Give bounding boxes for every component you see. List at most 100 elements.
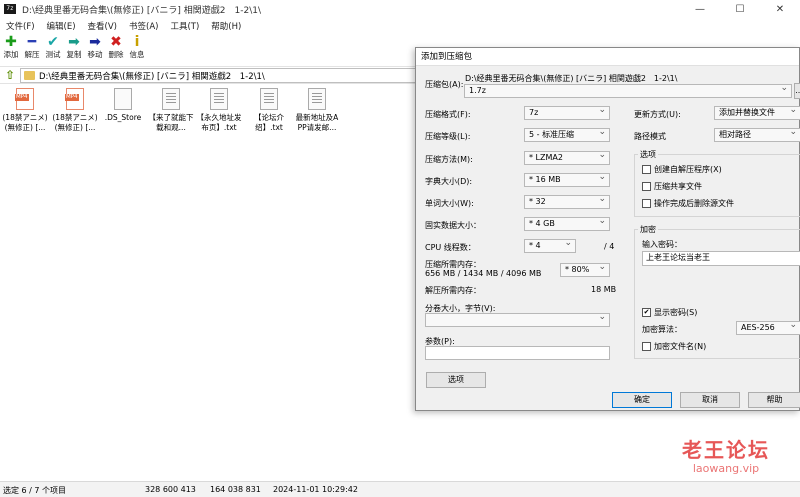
compress-shared-checkbox[interactable]: 压缩共享文件: [642, 181, 702, 192]
file-name: 【来了就能下载和观...: [148, 113, 194, 132]
encrypt-filenames-label: 加密文件名(N): [654, 342, 707, 351]
add-button-label: 添加: [3, 50, 19, 59]
delete-button-label: 删除: [108, 50, 124, 59]
minimize-button[interactable]: —: [680, 0, 720, 18]
archive-name-input[interactable]: 1.7z: [464, 84, 792, 98]
status-modified: 2024-11-01 10:29:42: [273, 485, 358, 494]
file-item[interactable]: 最新地址及APP请发邮...: [294, 88, 340, 133]
extract-button-label: 解压: [24, 50, 40, 59]
test-button-label: 测试: [45, 50, 61, 59]
encryption-method-label: 加密算法：: [642, 325, 682, 334]
dialog-title: 添加到压缩包: [416, 48, 799, 66]
close-button[interactable]: ✕: [760, 0, 800, 18]
path-mode-select[interactable]: 相对路径: [714, 128, 800, 142]
text-file-icon: [308, 88, 326, 110]
menu-edit[interactable]: 编辑(E): [41, 20, 82, 32]
method-select[interactable]: * LZMA2: [524, 151, 610, 165]
file-item[interactable]: MP4 (18禁アニメ) (無修正) [...: [2, 88, 48, 133]
path-mode-label: 路径模式: [634, 132, 666, 141]
archive-directory: D:\经典里番无码合集\(無修正) [バニラ] 相関遊戯2 1-2\1\: [465, 74, 678, 83]
mp4-badge: MP4: [15, 94, 29, 101]
up-folder-icon[interactable]: ⇧: [3, 68, 17, 82]
create-sfx-checkbox[interactable]: 创建自解压程序(X): [642, 164, 722, 175]
memory-percent-select[interactable]: * 80%: [560, 263, 610, 277]
extract-icon: ━: [27, 34, 37, 50]
update-mode-select[interactable]: 添加并替换文件: [714, 106, 800, 120]
file-name: (18禁アニメ) (無修正) [...: [52, 113, 98, 132]
add-to-archive-dialog: 添加到压缩包 压缩包(A): D:\经典里番无码合集\(無修正) [バニラ] 相…: [415, 47, 800, 411]
copy-icon: ➡: [68, 34, 80, 50]
encryption-method-select[interactable]: AES-256: [736, 321, 800, 335]
options-button[interactable]: 选项: [426, 372, 486, 388]
menu-view[interactable]: 查看(V): [82, 20, 123, 32]
status-bar: 选定 6 / 7 个项目 328 600 413 164 038 831 202…: [0, 481, 800, 497]
file-item[interactable]: MP4 (18禁アニメ) (無修正) [...: [52, 88, 98, 133]
browse-button[interactable]: ...: [794, 83, 800, 99]
split-volume-select[interactable]: [425, 313, 610, 327]
format-label: 压缩格式(F):: [425, 110, 471, 119]
help-button[interactable]: 帮助: [748, 392, 800, 408]
address-path: D:\经典里番无码合集\(無修正) [バニラ] 相関遊戯2 1-2\1\: [39, 71, 265, 82]
mp4-file-icon: MP4: [65, 88, 84, 110]
show-password-checkbox[interactable]: ✔ 显示密码(S): [642, 307, 697, 318]
status-selection: 选定 6 / 7 个项目: [3, 486, 67, 495]
format-select[interactable]: 7z: [524, 106, 610, 120]
folder-icon: [24, 71, 35, 80]
file-item[interactable]: .DS_Store: [100, 88, 146, 123]
move-button[interactable]: ➡ 移动: [85, 34, 105, 64]
file-item[interactable]: 【永久地址发布页】.txt: [196, 88, 242, 133]
password-label: 输入密码：: [642, 240, 682, 249]
site-watermark-logo: 老王论坛 laowang.vip: [656, 438, 796, 476]
watermark-url: laowang.vip: [692, 462, 760, 475]
encrypt-filenames-checkbox[interactable]: 加密文件名(N): [642, 341, 706, 352]
method-label: 压缩方法(M):: [425, 155, 473, 164]
add-button[interactable]: ✚ 添加: [1, 34, 21, 64]
cpu-threads-select[interactable]: * 4: [524, 239, 576, 253]
menu-help[interactable]: 帮助(H): [205, 20, 247, 32]
archive-label: 压缩包(A):: [425, 80, 464, 89]
status-size: 328 600 413: [145, 485, 196, 494]
level-select[interactable]: 5 - 标准压缩: [524, 128, 610, 142]
move-icon: ➡: [89, 34, 101, 50]
options-group-title: 选项: [638, 149, 658, 160]
word-size-select[interactable]: * 32: [524, 195, 610, 209]
update-mode-label: 更新方式(U):: [634, 110, 681, 119]
test-icon: ✔: [47, 34, 59, 50]
text-file-icon: [260, 88, 278, 110]
menu-bookmarks[interactable]: 书签(A): [123, 20, 164, 32]
checkbox-box: [642, 342, 651, 351]
test-button[interactable]: ✔ 测试: [43, 34, 63, 64]
add-icon: ✚: [5, 34, 17, 50]
solid-block-select[interactable]: * 4 GB: [524, 217, 610, 231]
maximize-button[interactable]: ☐: [720, 0, 760, 18]
parameters-input[interactable]: [425, 346, 610, 360]
menu-bar: 文件(F) 编辑(E) 查看(V) 书签(A) 工具(T) 帮助(H): [0, 18, 800, 34]
ok-button[interactable]: 确定: [612, 392, 672, 408]
dictionary-select[interactable]: * 16 MB: [524, 173, 610, 187]
compress-shared-label: 压缩共享文件: [654, 182, 702, 191]
menu-tools[interactable]: 工具(T): [164, 20, 205, 32]
copy-button[interactable]: ➡ 复制: [64, 34, 84, 64]
decompress-memory-value: 18 MB: [591, 285, 617, 294]
password-input[interactable]: 上老王论坛当老王: [642, 251, 800, 266]
delete-after-label: 操作完成后删除源文件: [654, 199, 734, 208]
file-name: (18禁アニメ) (無修正) [...: [2, 113, 48, 132]
mp4-badge: MP4: [65, 94, 79, 101]
info-button[interactable]: i 信息: [127, 34, 147, 64]
file-item[interactable]: 【来了就能下载和观...: [148, 88, 194, 133]
copy-button-label: 复制: [66, 50, 82, 59]
cancel-button[interactable]: 取消: [680, 392, 740, 408]
delete-icon: ✖: [110, 34, 122, 50]
file-item[interactable]: 【论坛介绍】.txt: [246, 88, 292, 133]
checkbox-box: [642, 182, 651, 191]
extract-button[interactable]: ━ 解压: [22, 34, 42, 64]
file-name: 【永久地址发布页】.txt: [196, 113, 242, 132]
decompress-memory-label: 解压所需内存：: [425, 286, 481, 295]
menu-file[interactable]: 文件(F): [0, 20, 41, 32]
text-file-icon: [162, 88, 180, 110]
checkbox-box-checked: ✔: [642, 308, 651, 317]
title-bar: 7z D:\经典里番无码合集\(無修正) [バニラ] 相関遊戯2 1-2\1\ …: [0, 0, 800, 18]
create-sfx-label: 创建自解压程序(X): [654, 165, 722, 174]
delete-button[interactable]: ✖ 删除: [106, 34, 126, 64]
delete-after-checkbox[interactable]: 操作完成后删除源文件: [642, 198, 734, 209]
